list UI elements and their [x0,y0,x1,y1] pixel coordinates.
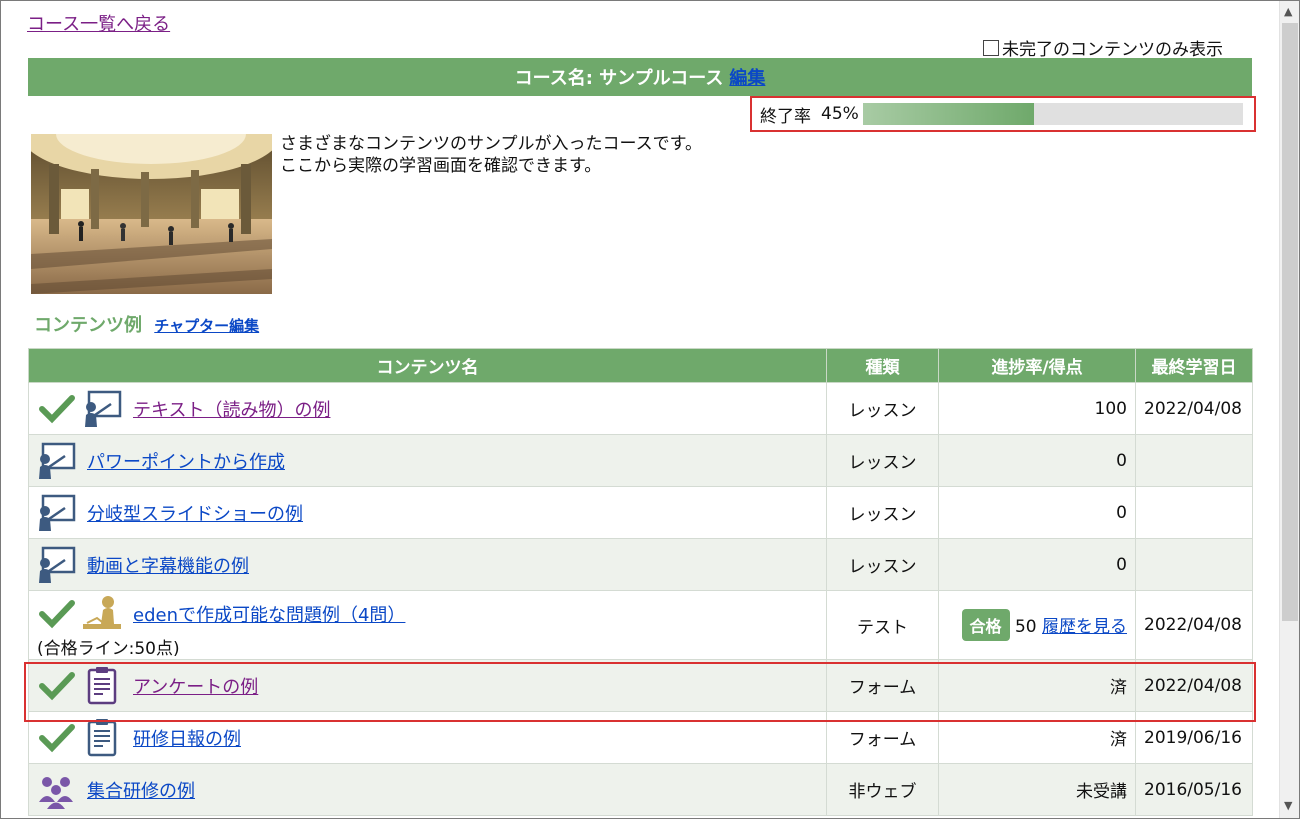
header-progress: 進捗率/得点 [938,348,1136,383]
content-last-date: 2022/04/08 [1135,382,1253,435]
lesson-presentation-icon [39,442,76,479]
course-description-line2: ここから実際の学習画面を確認できます。 [280,156,602,176]
table-row: テキスト（読み物）の例 レッスン 100 2022/04/08 [28,382,1253,435]
content-name-cell: 研修日報の例 [28,711,827,764]
table-row: edenで作成可能な問題例（4問） (合格ライン:50点) テスト 合格 50 … [28,590,1253,660]
incomplete-filter-label: 未完了のコンテンツのみ表示 [1002,40,1223,60]
lesson-presentation-icon [39,494,76,531]
content-last-date [1135,538,1253,591]
table-row: パワーポイントから作成 レッスン 0 [28,434,1253,487]
header-last-date: 最終学習日 [1135,348,1253,383]
content-type: レッスン [826,538,939,591]
lesson-presentation-icon [39,546,76,583]
completed-check-icon [39,394,75,423]
test-score: 50 [1014,617,1037,637]
content-last-date [1135,434,1253,487]
course-description-line1: さまざまなコンテンツのサンプルが入ったコースです。 [280,134,702,154]
completion-rate: 終了率 45% [750,96,1256,132]
completion-progress-fill [862,103,1034,125]
test-person-icon [83,595,121,629]
content-progress: 0 [938,434,1136,487]
section-title: コンテンツ例 チャプター編集 [34,311,259,337]
content-type: フォーム [826,711,939,764]
completion-rate-label: 終了率 [760,106,811,127]
content-progress: 済 [938,659,1136,712]
form-clipboard-icon [87,718,117,756]
form-clipboard-icon [87,666,117,704]
content-last-date: 2019/06/16 [1135,711,1253,764]
incomplete-filter[interactable]: 未完了のコンテンツのみ表示 [983,35,1223,60]
course-edit-link[interactable]: 編集 [729,64,765,90]
content-link[interactable]: 研修日報の例 [133,725,241,751]
incomplete-filter-checkbox[interactable] [983,39,999,56]
scroll-up-icon[interactable]: ▲ [1284,5,1292,18]
content-name-cell: edenで作成可能な問題例（4問） (合格ライン:50点) [28,590,827,660]
content-type: レッスン [826,486,939,539]
content-type: テスト [826,590,939,660]
course-thumbnail-image [31,134,272,294]
content-last-date [1135,486,1253,539]
content-progress: 未受講 [938,763,1136,816]
pass-line-note: (合格ライン:50点) [37,638,180,659]
content-type: フォーム [826,659,939,712]
completed-check-icon [39,599,75,628]
table-row: 集合研修の例 非ウェブ 未受講 2016/05/16 [28,763,1253,816]
scroll-down-icon[interactable]: ▼ [1284,799,1292,812]
header-type: 種類 [826,348,939,383]
content-progress-cell: 合格 50 履歴を見る [938,590,1136,660]
content-progress: 済 [938,711,1136,764]
content-name-cell: アンケートの例 [28,659,827,712]
vertical-scrollbar[interactable]: ▲ ▼ [1279,1,1299,818]
content-link[interactable]: 動画と字幕機能の例 [87,552,249,578]
content-name-cell: 分岐型スライドショーの例 [28,486,827,539]
table-row: アンケートの例 フォーム 済 2022/04/08 [28,659,1253,712]
history-link[interactable]: 履歴を見る [1042,617,1127,637]
content-last-date: 2022/04/08 [1135,659,1253,712]
content-link[interactable]: edenで作成可能な問題例（4問） [133,601,405,627]
table-header-row: コンテンツ名 種類 進捗率/得点 最終学習日 [28,348,1253,383]
content-name-cell: パワーポイントから作成 [28,434,827,487]
header-content-name: コンテンツ名 [28,348,827,383]
content-type: 非ウェブ [826,763,939,816]
pass-badge: 合格 [961,609,1010,641]
section-title-text: コンテンツ例 [34,315,142,336]
content-link[interactable]: パワーポイントから作成 [87,448,285,474]
course-title-bar: コース名: サンプルコース 編集 [28,58,1252,96]
scrollbar-thumb[interactable] [1282,23,1298,621]
browser-frame: コース一覧へ戻る 未完了のコンテンツのみ表示 コース名: サンプルコース 編集 … [0,0,1300,819]
table-row: 分岐型スライドショーの例 レッスン 0 [28,486,1253,539]
content-name-cell: テキスト（読み物）の例 [28,382,827,435]
completion-rate-value: 45% [821,104,859,124]
content-link[interactable]: 分岐型スライドショーの例 [87,500,303,526]
completion-progress-bar [862,103,1243,125]
chapter-edit-link[interactable]: チャプター編集 [154,317,259,335]
completed-check-icon [39,671,75,700]
course-description: さまざまなコンテンツのサンプルが入ったコースです。 ここから実際の学習画面を確認… [280,133,702,177]
content-last-date: 2022/04/08 [1135,590,1253,660]
content-progress: 100 [938,382,1136,435]
content-link[interactable]: 集合研修の例 [87,777,195,803]
course-title: コース名: サンプルコース [514,68,724,89]
completed-check-icon [39,723,75,752]
content-name-cell: 動画と字幕機能の例 [28,538,827,591]
table-row: 研修日報の例 フォーム 済 2019/06/16 [28,711,1253,764]
content-name-cell: 集合研修の例 [28,763,827,816]
content-link[interactable]: アンケートの例 [133,673,258,699]
table-row: 動画と字幕機能の例 レッスン 0 [28,538,1253,591]
group-training-icon [39,776,73,809]
back-to-course-list-link[interactable]: コース一覧へ戻る [27,10,170,36]
content-type: レッスン [826,434,939,487]
content-progress: 0 [938,486,1136,539]
lesson-presentation-icon [85,390,122,427]
content-progress: 0 [938,538,1136,591]
content-type: レッスン [826,382,939,435]
content-link[interactable]: テキスト（読み物）の例 [133,396,330,422]
contents-table: コンテンツ名 種類 進捗率/得点 最終学習日 テキスト（読み物）の例 レッスン … [28,348,1253,816]
content-last-date: 2016/05/16 [1135,763,1253,816]
